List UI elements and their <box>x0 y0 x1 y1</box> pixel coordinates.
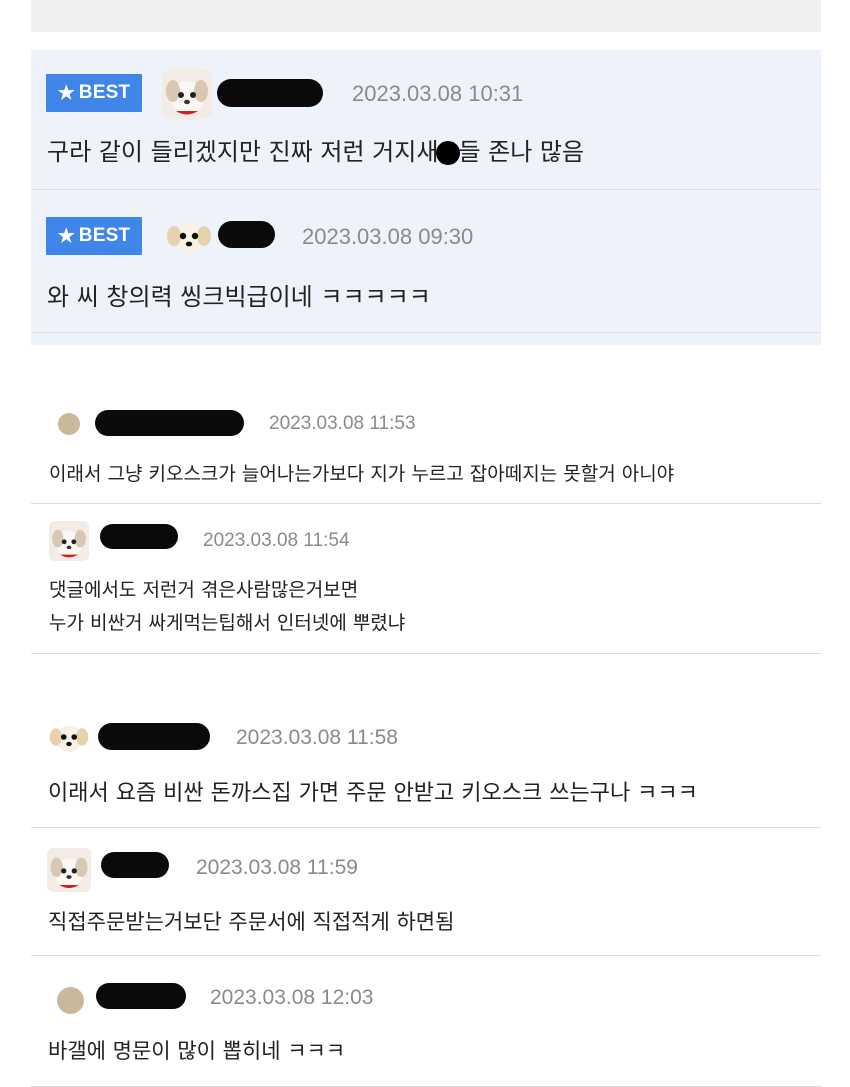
comment-text-line: 누가 비싼거 싸게먹는팁해서 인터넷에 뿌렸냐 <box>49 612 406 634</box>
comment-item: 2023.03.08 11:58 이래서 요즘 비싼 돈까스집 가면 주문 안받… <box>31 654 821 828</box>
redacted-username[interactable] <box>101 852 169 878</box>
redacted-username[interactable] <box>100 524 178 549</box>
comment-timestamp: 2023.03.08 11:59 <box>196 856 358 879</box>
dot-avatar[interactable] <box>58 413 80 435</box>
puppy-avatar[interactable] <box>47 848 91 892</box>
redacted-username[interactable] <box>96 983 186 1009</box>
divider <box>31 332 821 333</box>
redacted-username[interactable] <box>95 410 244 436</box>
comment-text-line: 댓글에서도 저런거 겪은사람많은거보면 <box>49 579 359 601</box>
comment-item: 2023.03.08 12:03 바갤에 명문이 많이 뽑히네 ㅋㅋㅋ <box>31 956 821 1087</box>
star-icon: ★ <box>57 225 75 247</box>
comment-timestamp: 2023.03.08 12:03 <box>210 986 374 1009</box>
best-comment: ★ BEST 2023.03.08 09:30 와 씨 창의력 씽크빅급이네 ㅋ… <box>31 190 821 333</box>
comment-text: 이래서 요즘 비싼 돈까스집 가면 주문 안받고 키오스크 쓰는구나 ㅋㅋㅋ <box>48 781 698 806</box>
redacted-username[interactable] <box>217 79 323 107</box>
comment-timestamp: 2023.03.08 10:31 <box>352 81 524 106</box>
comment-item: 2023.03.08 11:54 댓글에서도 저런거 겪은사람많은거보면 누가 … <box>31 504 821 654</box>
dot-avatar[interactable] <box>57 987 84 1014</box>
best-badge: ★ BEST <box>46 74 142 112</box>
best-badge: ★ BEST <box>46 217 142 255</box>
puppy-face-avatar[interactable] <box>165 216 213 256</box>
comment-text: 구라 같이 들리겠지만 진짜 저런 거지새 들 존나 많음 <box>47 138 585 166</box>
best-comments-section: ★ BEST 2023.03.08 10:31 구라 같이 들리겠지만 진짜 저… <box>31 50 821 345</box>
comment-timestamp: 2023.03.08 11:54 <box>203 530 350 551</box>
comment-item: 2023.03.08 11:53 이래서 그냥 키오스크가 늘어나는가보다 지가… <box>31 380 821 504</box>
comment-list: 2023.03.08 11:53 이래서 그냥 키오스크가 늘어나는가보다 지가… <box>31 380 821 1087</box>
best-comment: ★ BEST 2023.03.08 10:31 구라 같이 들리겠지만 진짜 저… <box>31 50 821 190</box>
top-bar <box>31 0 821 32</box>
comment-text: 바갤에 명문이 많이 뽑히네 ㅋㅋㅋ <box>48 1039 346 1063</box>
comment-timestamp: 2023.03.08 09:30 <box>302 224 474 249</box>
puppy-avatar[interactable] <box>49 521 89 561</box>
comment-timestamp: 2023.03.08 11:53 <box>269 413 416 434</box>
comment-text: 직접주문받는거보단 주문서에 직접적게 하면됨 <box>48 910 455 934</box>
comment-text: 이래서 그냥 키오스크가 늘어나는가보다 지가 누르고 잡아떼지는 못할거 아니… <box>49 463 675 485</box>
redacted-username[interactable] <box>218 221 275 248</box>
puppy-avatar[interactable] <box>162 69 212 119</box>
comment-text: 와 씨 창의력 씽크빅급이네 ㅋㅋㅋㅋㅋ <box>47 283 431 311</box>
star-icon: ★ <box>57 82 75 104</box>
redacted-username[interactable] <box>98 723 210 750</box>
puppy-face-avatar[interactable] <box>48 719 90 755</box>
comment-timestamp: 2023.03.08 11:58 <box>236 726 398 749</box>
censor-blot <box>436 141 461 165</box>
comment-item: 2023.03.08 11:59 직접주문받는거보단 주문서에 직접적게 하면됨 <box>31 828 821 956</box>
